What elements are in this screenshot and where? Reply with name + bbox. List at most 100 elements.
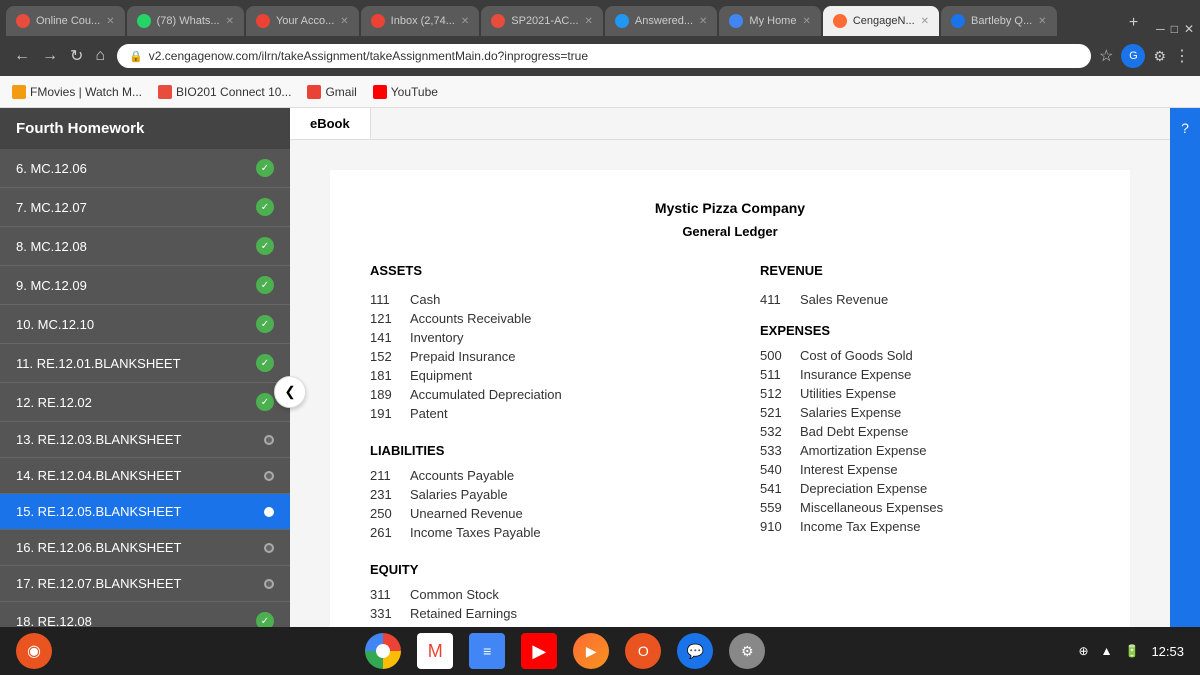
taskbar: ◉ M ≡ ▶ ▶ O 💬 ⚙ ⊕ ▲ 🔋 12:53	[0, 627, 1200, 675]
account-number: 540	[760, 462, 790, 477]
ledger-row: 331 Retained Earnings	[370, 604, 700, 623]
account-name: Patent	[410, 406, 448, 421]
ledger-row: 141Inventory	[370, 328, 700, 347]
sidebar-item-label: 6. MC.12.06	[16, 161, 87, 176]
account-number: 261	[370, 525, 400, 540]
maximize-button[interactable]: □	[1171, 22, 1178, 36]
account-number: 532	[760, 424, 790, 439]
play-taskbar-icon[interactable]: ▶	[573, 633, 609, 669]
youtube-taskbar-icon[interactable]: ▶	[521, 633, 557, 669]
ledger-row: 261Income Taxes Payable	[370, 523, 700, 542]
sidebar-items: 6. MC.12.06✓7. MC.12.07✓8. MC.12.08✓9. M…	[0, 149, 290, 675]
ledger-row: 559Miscellaneous Expenses	[760, 498, 1090, 517]
sidebar-item-8[interactable]: 14. RE.12.04.BLANKSHEET	[0, 458, 290, 494]
minimize-button[interactable]: ─	[1156, 22, 1165, 36]
browser-tab-3[interactable]: Inbox (2,74... ✕	[361, 6, 480, 36]
reload-button[interactable]: ↻	[66, 44, 87, 68]
network-icon: ⊕	[1079, 644, 1089, 658]
extensions-icon[interactable]: ⚙	[1153, 48, 1166, 65]
bookmarks-bar: FMovies | Watch M... BIO201 Connect 10..…	[0, 76, 1200, 108]
account-number: 211	[370, 468, 400, 483]
new-tab-button[interactable]: +	[1121, 10, 1146, 36]
url-text: v2.cengagenow.com/ilrn/takeAssignment/ta…	[149, 49, 588, 63]
chrome-icon[interactable]	[365, 633, 401, 669]
sidebar-item-4[interactable]: 10. MC.12.10 ✓	[0, 305, 290, 344]
back-button[interactable]: ←	[10, 44, 34, 68]
sidebar-item-label: 12. RE.12.02	[16, 395, 92, 410]
revenue-header: REVENUE	[760, 263, 1090, 278]
account-name: Salaries Payable	[410, 487, 508, 502]
browser-tab-1[interactable]: (78) Whats... ✕	[127, 6, 244, 36]
docs-taskbar-icon[interactable]: ≡	[469, 633, 505, 669]
sidebar-item-3[interactable]: 9. MC.12.09✓	[0, 266, 290, 305]
ledger-row: 910Income Tax Expense	[760, 517, 1090, 536]
dot-icon	[264, 543, 274, 553]
profile-icon[interactable]: G	[1121, 44, 1145, 68]
account-name: Retained Earnings	[410, 606, 517, 621]
help-icon[interactable]: ?	[1173, 116, 1197, 140]
browser-chrome: Online Cou... ✕ (78) Whats... ✕ Your Acc…	[0, 0, 1200, 108]
browser-tab-0[interactable]: Online Cou... ✕	[6, 6, 125, 36]
account-name: Cost of Goods Sold	[800, 348, 913, 363]
sidebar-item-1[interactable]: 7. MC.12.07✓	[0, 188, 290, 227]
account-name: Accounts Receivable	[410, 311, 531, 326]
ledger-row: 540Interest Expense	[760, 460, 1090, 479]
gmail-taskbar-icon[interactable]: M	[417, 633, 453, 669]
tab-bar: Online Cou... ✕ (78) Whats... ✕ Your Acc…	[0, 0, 1200, 36]
account-number: 500	[760, 348, 790, 363]
dot-icon	[264, 579, 274, 589]
account-number: 541	[760, 481, 790, 496]
browser-tab-8[interactable]: Bartleby Q... ✕	[941, 6, 1057, 36]
browser-tab-5[interactable]: Answered... ✕	[605, 6, 717, 36]
sidebar-item-2[interactable]: 8. MC.12.08✓	[0, 227, 290, 266]
sidebar-item-10[interactable]: 16. RE.12.06.BLANKSHEET	[0, 530, 290, 566]
sidebar-item-5[interactable]: 11. RE.12.01.BLANKSHEET✓	[0, 344, 290, 383]
account-name: Depreciation Expense	[800, 481, 927, 496]
check-icon: ✓	[256, 354, 274, 372]
account-number: 231	[370, 487, 400, 502]
browser-tab-2[interactable]: Your Acco... ✕	[246, 6, 359, 36]
check-icon: ✓	[256, 237, 274, 255]
chat-taskbar-icon[interactable]: 💬	[677, 633, 713, 669]
account-number: 521	[760, 405, 790, 420]
ledger-row: 500 Cost of Goods Sold	[760, 346, 1090, 365]
sidebar-item-label: 10. MC.12.10	[16, 317, 94, 332]
ebook-tab[interactable]: eBook	[290, 108, 371, 139]
menu-icon[interactable]: ⋮	[1174, 46, 1190, 66]
sidebar-item-label: 16. RE.12.06.BLANKSHEET	[16, 540, 181, 555]
sidebar-item-0[interactable]: 6. MC.12.06✓	[0, 149, 290, 188]
sidebar-item-7[interactable]: 13. RE.12.03.BLANKSHEET	[0, 422, 290, 458]
settings-taskbar-icon[interactable]: ⚙	[729, 633, 765, 669]
account-name: Bad Debt Expense	[800, 424, 908, 439]
url-input[interactable]: 🔒 v2.cengagenow.com/ilrn/takeAssignment/…	[117, 44, 1091, 68]
account-number: 250	[370, 506, 400, 521]
browser-tab-7[interactable]: CengageN... ✕	[823, 6, 939, 36]
ebook-tab-label: eBook	[310, 116, 350, 131]
sidebar-item-9[interactable]: 15. RE.12.05.BLANKSHEET	[0, 494, 290, 530]
sidebar-item-11[interactable]: 17. RE.12.07.BLANKSHEET	[0, 566, 290, 602]
expenses-header: EXPENSES	[760, 323, 1090, 338]
ledger-table: ASSETS 111Cash121Accounts Receivable141I…	[370, 263, 1090, 623]
star-icon[interactable]: ☆	[1099, 46, 1113, 66]
sidebar-collapse-button[interactable]: ❮	[274, 376, 306, 408]
account-number: 331	[370, 606, 400, 621]
browser-tab-6[interactable]: My Home ✕	[719, 6, 820, 36]
close-window-button[interactable]: ✕	[1184, 22, 1194, 36]
home-button[interactable]: ⌂	[91, 44, 109, 68]
account-name: Prepaid Insurance	[410, 349, 516, 364]
account-name: Income Tax Expense	[800, 519, 920, 534]
bookmark-0[interactable]: FMovies | Watch M...	[12, 85, 142, 99]
taskbar-left: ◉	[16, 633, 52, 669]
ubuntu-icon[interactable]: ◉	[16, 633, 52, 669]
sidebar-item-6[interactable]: 12. RE.12.02✓	[0, 383, 290, 422]
ubuntu-circle-icon[interactable]: O	[625, 633, 661, 669]
account-number: 512	[760, 386, 790, 401]
forward-button[interactable]: →	[38, 44, 62, 68]
browser-tab-4[interactable]: SP2021-AC... ✕	[481, 6, 603, 36]
bookmark-2[interactable]: Gmail	[307, 85, 356, 99]
bookmark-1[interactable]: BIO201 Connect 10...	[158, 85, 291, 99]
check-icon: ✓	[256, 198, 274, 216]
bookmark-3[interactable]: YouTube	[373, 85, 438, 99]
ledger-row: 512Utilities Expense	[760, 384, 1090, 403]
check-icon: ✓	[256, 315, 274, 333]
